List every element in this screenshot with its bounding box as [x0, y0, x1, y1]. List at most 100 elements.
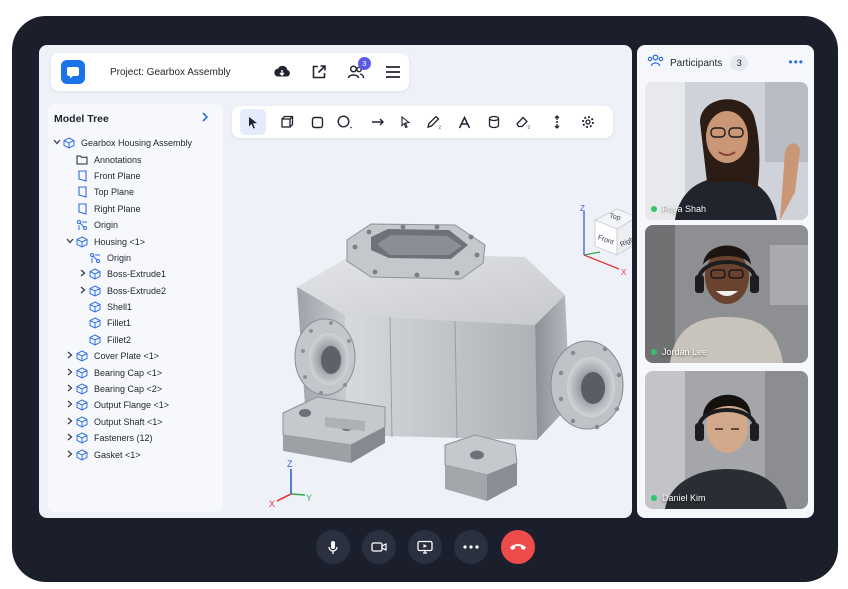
tree-item-label: Gasket <1> — [94, 449, 141, 460]
chevron-right-icon[interactable] — [78, 269, 88, 279]
part-icon — [88, 268, 102, 280]
tree-item[interactable]: Annotations — [48, 151, 223, 167]
more-options-icon[interactable]: ••• — [788, 55, 804, 69]
camera-button[interactable] — [362, 530, 396, 564]
model-tree-title: Model Tree — [54, 113, 109, 125]
circle-tool[interactable] — [332, 109, 358, 135]
share-external-icon[interactable] — [306, 59, 332, 85]
part-icon — [75, 383, 89, 395]
chevron-right-icon[interactable] — [65, 417, 75, 427]
microphone-button[interactable] — [316, 530, 350, 564]
tree-item[interactable]: Output Flange <1> — [48, 397, 223, 413]
part-icon — [88, 285, 102, 297]
text-tool[interactable] — [451, 109, 477, 135]
pencil-tool[interactable]: 2 — [421, 109, 447, 135]
more-button[interactable] — [454, 530, 488, 564]
chevron-right-icon[interactable] — [65, 433, 75, 443]
cylinder-tool[interactable] — [481, 109, 507, 135]
view-cube[interactable]: Top Front Right — [594, 208, 632, 256]
tree-item-label: Boss-Extrude1 — [107, 269, 167, 280]
tree-item[interactable]: Bearing Cap <2> — [48, 381, 223, 397]
participants-title: Participants — [670, 57, 723, 69]
microphone-icon — [328, 540, 338, 554]
tree-item[interactable]: Boss-Extrude2 — [48, 283, 223, 299]
pointer-tool[interactable] — [392, 109, 418, 135]
online-status-indicator — [651, 349, 657, 355]
tree-item-label: Cover Plate <1> — [94, 351, 160, 362]
participants-icon[interactable]: 3 — [343, 57, 371, 85]
chevron-right-icon[interactable] — [78, 286, 88, 296]
part-icon — [75, 399, 89, 411]
tree-item[interactable]: Fillet1 — [48, 315, 223, 331]
gearbox-housing-model[interactable] — [282, 223, 624, 501]
model-tree-list: Gearbox Housing Assembly Annotations Front… — [48, 135, 223, 463]
select-tool[interactable] — [240, 109, 266, 135]
screen-share-button[interactable] — [408, 530, 442, 564]
end-call-button[interactable] — [501, 530, 535, 564]
svg-text:2: 2 — [439, 125, 442, 130]
top-bar: Project: Gearbox Assembly 3 — [51, 53, 409, 91]
tree-item-label: Bearing Cap <2> — [94, 384, 163, 395]
participant-name-1: Priya Shah — [651, 204, 706, 214]
tree-item-label: Fasteners (12) — [94, 433, 153, 444]
part-icon — [75, 449, 89, 461]
tree-item[interactable]: Origin — [48, 250, 223, 266]
tree-item[interactable]: Bearing Cap <1> — [48, 364, 223, 380]
tree-item-label: Output Flange <1> — [94, 400, 170, 411]
tree-item-label: Output Shaft <1> — [94, 416, 163, 427]
app-logo-icon[interactable] — [61, 60, 85, 84]
tree-item[interactable]: Front Plane — [48, 168, 223, 184]
chevron-right-icon[interactable] — [65, 351, 75, 361]
tree-item-label: Fillet1 — [107, 318, 132, 329]
tree-item[interactable]: Boss-Extrude1 — [48, 266, 223, 282]
online-status-indicator — [651, 206, 657, 212]
participant-tile-2[interactable]: Jordan Lee — [645, 225, 808, 363]
tree-item-label: Origin — [94, 220, 119, 231]
tree-item[interactable]: Right Plane — [48, 201, 223, 217]
tree-item-label: Top Plane — [94, 187, 135, 198]
box-tool[interactable] — [274, 109, 300, 135]
settings-gear-icon[interactable] — [575, 109, 601, 135]
menu-icon[interactable] — [380, 59, 406, 85]
rotate-tool[interactable] — [544, 109, 570, 135]
tree-item[interactable]: Origin — [48, 217, 223, 233]
chevron-right-icon[interactable] — [65, 384, 75, 394]
tree-item[interactable]: Gearbox Housing Assembly — [48, 135, 223, 151]
line-tool[interactable] — [365, 109, 391, 135]
part-icon — [75, 350, 89, 362]
chevron-down-icon[interactable] — [65, 238, 75, 246]
participant-video-1 — [645, 82, 808, 220]
tree-item[interactable]: Gasket <1> — [48, 446, 223, 462]
tree-item-label: Fillet2 — [107, 334, 132, 345]
online-status-indicator — [651, 495, 657, 501]
participant-tile-1[interactable]: Priya Shah — [645, 82, 808, 220]
tree-item[interactable]: Top Plane — [48, 184, 223, 200]
plane-icon — [75, 170, 89, 182]
screen-share-icon — [417, 540, 433, 554]
part-icon — [75, 432, 89, 444]
more-dots-icon — [463, 545, 479, 549]
chevron-down-icon[interactable] — [52, 139, 62, 147]
chevron-right-icon[interactable] — [201, 112, 209, 125]
camera-icon — [371, 542, 387, 552]
chevron-right-icon[interactable] — [65, 400, 75, 410]
axis-z-label-bottom: Z — [287, 459, 293, 469]
tree-item[interactable]: Cover Plate <1> — [48, 348, 223, 364]
participant-tile-3[interactable]: Daniel Kim — [645, 371, 808, 509]
chevron-right-icon[interactable] — [65, 450, 75, 460]
3d-viewport[interactable]: Top Front Right Z X Z Y X — [225, 145, 632, 518]
tree-item[interactable]: Fasteners (12) — [48, 430, 223, 446]
tree-item-label: Front Plane — [94, 170, 141, 181]
participants-group-icon — [647, 54, 664, 72]
tree-item[interactable]: Shell1 — [48, 299, 223, 315]
svg-text:2: 2 — [528, 125, 531, 130]
tree-item[interactable]: Output Shaft <1> — [48, 414, 223, 430]
download-icon[interactable] — [269, 59, 295, 85]
plane-icon — [75, 203, 89, 215]
rectangle-tool[interactable] — [304, 109, 330, 135]
tree-item[interactable]: Fillet2 — [48, 332, 223, 348]
eraser-tool[interactable]: 2 — [510, 109, 536, 135]
chevron-right-icon[interactable] — [65, 368, 75, 378]
tree-item-label: Annotations — [94, 154, 142, 165]
tree-item[interactable]: Housing <1> — [48, 233, 223, 249]
